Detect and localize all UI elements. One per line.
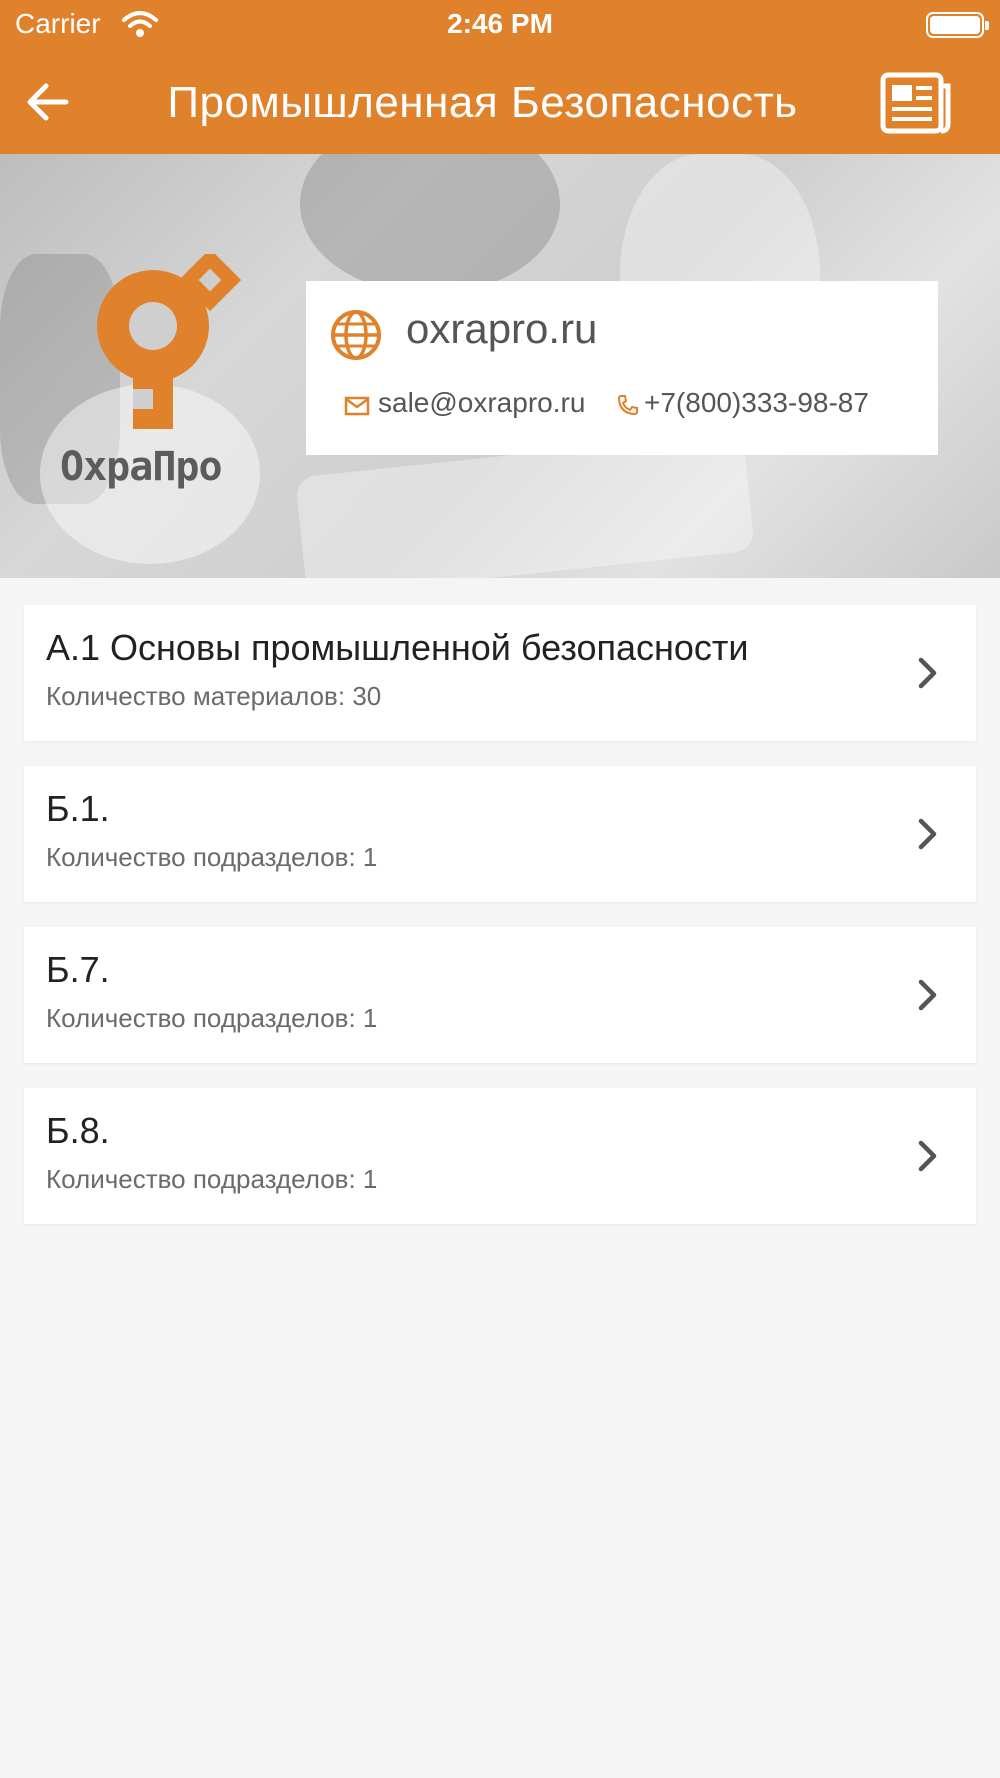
page-title: Промышленная Безопасность [167,78,798,127]
website-link[interactable]: oxrapro.ru [406,305,597,353]
clock: 2:46 PM [447,8,553,39]
globe-icon [331,310,381,360]
chevron-right-icon [918,818,937,850]
section-title: Б.1. [46,788,110,829]
chevron-right-icon [918,1140,937,1172]
section-subtitle: Количество подразделов: 1 [46,842,378,872]
phone-link[interactable]: +7(800)333-98-87 [644,387,869,419]
section-title: Б.7. [46,949,110,990]
navigation-bar: Промышленная Безопасность [0,48,1000,154]
status-bar: Carrier 2:46 PM [0,0,1000,48]
company-banner: ОхраПро oxrapro.ru sale@oxrapro.ru +7(80… [0,154,1000,578]
section-item-b8[interactable]: Б.8. Количество подразделов: 1 [24,1088,976,1224]
section-item-b1[interactable]: Б.1. Количество подразделов: 1 [24,766,976,902]
battery-icon [926,12,989,38]
section-item-a1[interactable]: А.1 Основы промышленной безопасности Кол… [24,605,976,741]
chevron-right-icon [918,657,937,689]
section-subtitle: Количество подразделов: 1 [46,1164,378,1194]
section-title: А.1 Основы промышленной безопасности [46,627,749,668]
section-subtitle: Количество подразделов: 1 [46,1003,378,1033]
email-link[interactable]: sale@oxrapro.ru [378,387,585,419]
contact-card: oxrapro.ru sale@oxrapro.ru +7(800)333-98… [306,281,938,455]
logo-wordmark: ОхраПро [60,444,223,490]
chevron-right-icon [918,979,937,1011]
mail-icon [344,396,370,416]
section-item-b7[interactable]: Б.7. Количество подразделов: 1 [24,927,976,1063]
phone-icon [617,395,638,416]
section-title: Б.8. [46,1110,110,1151]
section-list: А.1 Основы промышленной безопасности Кол… [24,605,976,1249]
section-subtitle: Количество материалов: 30 [46,681,382,711]
newspaper-icon[interactable] [880,72,952,134]
